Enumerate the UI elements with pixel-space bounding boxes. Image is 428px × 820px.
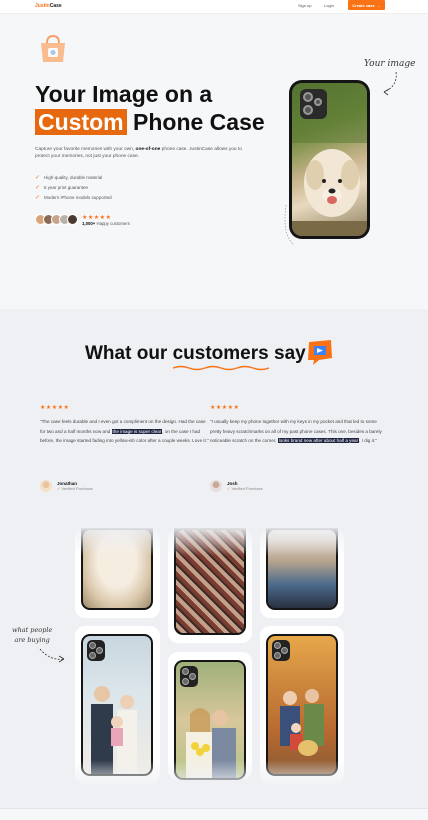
feature-list: ✓ High-quality, durable material ✓ 5 year …	[35, 172, 112, 202]
review-stars: ★★★★★	[210, 405, 240, 411]
gallery-top-fade	[0, 526, 428, 556]
camera-module-icon	[300, 89, 327, 119]
hero-description: Capture your favorite memories with your…	[35, 147, 242, 159]
phone-case-family-dog	[266, 634, 338, 776]
arrow-right-icon: →	[376, 2, 381, 8]
hero-phone-case	[289, 80, 370, 239]
check-icon: ✓	[35, 194, 41, 201]
gallery-bottom-fade	[0, 760, 428, 790]
check-icon: ✓	[227, 486, 231, 491]
footer-strip	[0, 808, 428, 820]
hero-title: Your Image on a Custom Phone Case	[35, 81, 265, 135]
logo[interactable]: JustinCase	[35, 3, 62, 9]
buying-annotation: what people are buying	[12, 626, 53, 644]
reviews-heading: What our customers say	[85, 343, 306, 371]
camera-module-icon	[180, 666, 198, 687]
title-highlight: Custom	[35, 109, 127, 135]
shopping-bag-icon	[41, 34, 65, 62]
reviewer: Josh ✓ Verified Purchase	[210, 480, 263, 492]
check-icon: ✓	[35, 184, 41, 191]
review-text: "The case feels durable and I even got a…	[40, 419, 209, 443]
review-text: "I usually keep my phone together with m…	[210, 419, 382, 443]
signup-link[interactable]: Sign up	[298, 3, 312, 8]
camera-module-icon	[272, 640, 290, 661]
chat-bubble-icon	[308, 340, 332, 365]
create-case-button[interactable]: Create case →	[348, 0, 385, 10]
customer-avatars	[35, 214, 78, 225]
curved-arrow-icon	[383, 71, 397, 96]
check-icon: ✓	[57, 486, 61, 491]
avatar	[40, 480, 52, 492]
dog-photo	[292, 83, 367, 236]
squiggle-underline-icon	[172, 365, 269, 371]
happy-customers: 1,000+ Happy customers	[82, 221, 130, 226]
your-image-annotation: Your image	[364, 59, 416, 69]
login-link[interactable]: Login	[324, 3, 334, 8]
review-stars: ★★★★★	[40, 405, 70, 411]
feature-item: ✓ 5 year print guarantee	[35, 184, 89, 191]
feature-item: ✓ Modern iPhone models supported	[35, 194, 112, 201]
camera-module-icon	[87, 640, 105, 661]
review-card: ★★★★★ "The case feels durable and I even…	[40, 404, 212, 445]
top-nav: JustinCase Sign up Login Create case →	[0, 0, 428, 14]
review-card: ★★★★★ "I usually keep my phone together …	[210, 404, 382, 445]
reviewer: Jonathan ✓ Verified Purchase	[40, 480, 93, 492]
avatar	[210, 480, 222, 492]
avatar	[67, 214, 78, 225]
phone-case-family	[81, 634, 153, 776]
feature-item: ✓ High-quality, durable material	[35, 174, 103, 181]
check-icon: ✓	[35, 174, 41, 181]
curved-arrow-icon	[39, 648, 65, 663]
rating-stars: ★★★★★	[82, 215, 112, 221]
